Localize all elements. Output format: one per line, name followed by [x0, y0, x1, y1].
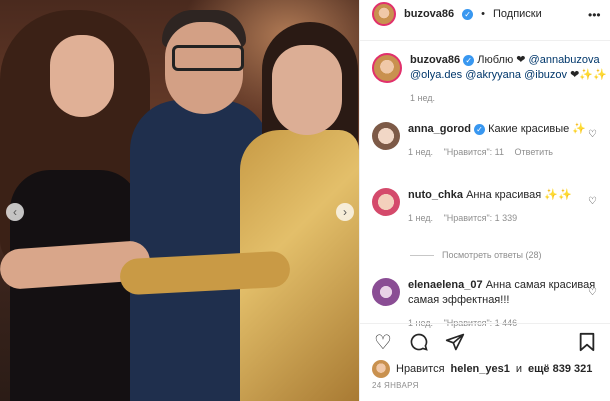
header-separator: •	[481, 8, 485, 20]
post-header: buzova86 ✓ • Подписки	[372, 2, 542, 26]
following-button[interactable]: Подписки	[493, 8, 542, 20]
like-comment-heart-icon[interactable]: ♡	[588, 196, 598, 207]
like-heart-icon[interactable]: ♡	[372, 331, 394, 354]
caption-suffix: ❤✨✨	[570, 69, 607, 81]
comment-body: Какие красивые	[488, 123, 570, 135]
likes-count[interactable]: ещё 839 321	[528, 363, 592, 375]
post-actions: ♡	[372, 330, 602, 354]
mention-link[interactable]: @annabuzova	[529, 54, 600, 66]
liker-avatar[interactable]	[372, 360, 390, 378]
commenter-username[interactable]: elenaelena_07	[408, 279, 483, 291]
liker-username[interactable]: helen_yes1	[451, 363, 510, 375]
comment-text: anna_gorod ✓ Какие красивые ✨	[408, 122, 608, 137]
comment-time[interactable]: 1 нед.	[408, 213, 433, 223]
like-comment-heart-icon[interactable]: ♡	[588, 129, 598, 140]
caption-text: buzova86 ✓ Люблю ❤ @annabuzova @olya.des…	[410, 53, 608, 83]
verified-badge-icon: ✓	[463, 54, 475, 66]
comment-meta: 1 нед. "Нравится": 1 339	[408, 211, 608, 226]
caption-avatar[interactable]	[372, 53, 402, 83]
post-date[interactable]: 24 ЯНВАРЯ	[372, 381, 419, 390]
actions-divider	[360, 323, 610, 324]
view-replies[interactable]: Посмотреть ответы (28)	[410, 250, 542, 260]
commenter-avatar[interactable]	[372, 122, 400, 150]
caption-body: Люблю ❤	[477, 54, 526, 66]
likes-prefix: Нравится	[396, 363, 445, 375]
comment-text: nuto_chka Анна красивая ✨✨	[408, 188, 608, 203]
commenter-username[interactable]: nuto_chka	[408, 189, 463, 201]
comment-time[interactable]: 1 нед.	[408, 147, 433, 157]
more-options-icon[interactable]: •••	[588, 8, 601, 22]
caption-username[interactable]: buzova86	[410, 54, 460, 66]
verified-badge-icon: ✓	[462, 8, 474, 20]
previous-photo-button[interactable]: ‹	[6, 203, 24, 221]
post-photo[interactable]: ‹ ›	[0, 0, 359, 401]
comment-meta: 1 нед. "Нравится": 11 Ответить	[408, 145, 608, 160]
likes-summary: Нравится helen_yes1 и ещё 839 321	[372, 360, 592, 378]
comment-emoji: ✨	[572, 123, 587, 135]
comment-item: nuto_chka Анна красивая ✨✨ 1 нед. "Нрави…	[372, 188, 608, 226]
caption-time[interactable]: 1 нед.	[410, 93, 608, 103]
comment-icon[interactable]	[408, 331, 430, 353]
mention-link[interactable]: @akryyana	[465, 69, 521, 81]
comment-item: anna_gorod ✓ Какие красивые ✨ 1 нед. "Нр…	[372, 122, 608, 160]
comment-emoji: ✨✨	[544, 189, 572, 201]
author-avatar[interactable]	[372, 2, 396, 26]
share-icon[interactable]	[444, 331, 466, 353]
replies-line	[410, 254, 434, 256]
verified-badge-icon: ✓	[474, 123, 486, 135]
author-username[interactable]: buzova86	[404, 8, 454, 20]
comment-likes[interactable]: "Нравится": 11	[444, 147, 504, 157]
instagram-post: ‹ › buzova86 ✓ • Подписки ••• buzova86 ✓…	[0, 0, 610, 401]
view-replies-label[interactable]: Посмотреть ответы (28)	[442, 250, 542, 260]
likes-middle: и	[515, 363, 523, 375]
next-photo-button[interactable]: ›	[336, 203, 354, 221]
post-caption: buzova86 ✓ Люблю ❤ @annabuzova @olya.des…	[372, 53, 608, 103]
commenter-username[interactable]: anna_gorod	[408, 123, 471, 135]
comment-text: elenaelena_07 Анна самая красивая самая …	[408, 278, 608, 308]
comments-pane: buzova86 ✓ • Подписки ••• buzova86 ✓ Люб…	[359, 0, 610, 401]
reply-button[interactable]: Ответить	[515, 147, 553, 157]
right-woman-face	[272, 45, 342, 135]
mention-link[interactable]: @olya.des	[410, 69, 462, 81]
mention-link[interactable]: @ibuzov	[524, 69, 567, 81]
commenter-avatar[interactable]	[372, 188, 400, 216]
chevron-right-icon: ›	[343, 205, 347, 219]
comment-body: Анна красивая	[466, 189, 542, 201]
commenter-avatar[interactable]	[372, 278, 400, 306]
chevron-left-icon: ‹	[13, 205, 17, 219]
bookmark-icon[interactable]	[576, 331, 598, 353]
left-woman-face	[50, 35, 114, 117]
comment-likes[interactable]: "Нравится": 1 339	[444, 213, 518, 223]
header-divider	[360, 40, 610, 41]
like-comment-heart-icon[interactable]: ♡	[588, 287, 598, 298]
man-glasses	[172, 45, 244, 71]
